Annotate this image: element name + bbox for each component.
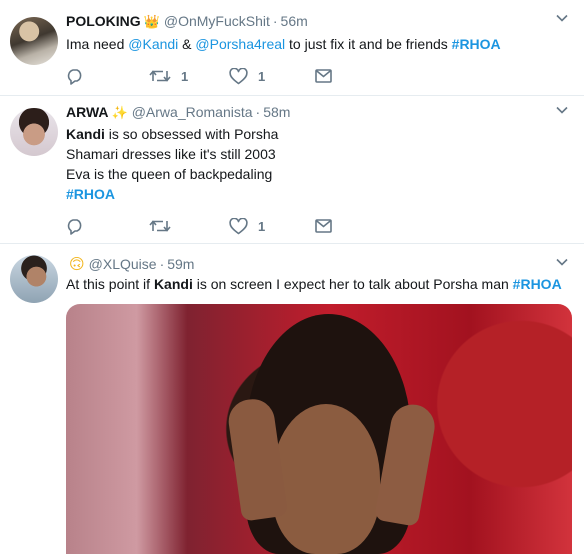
mention-link[interactable]: @Porsha4real (195, 36, 285, 52)
hashtag-link[interactable]: #RHOA (66, 186, 115, 202)
retweet-icon (149, 220, 171, 232)
avatar[interactable] (10, 17, 58, 65)
display-name[interactable]: POLOKING (66, 13, 141, 29)
like-button[interactable]: 1 (229, 217, 315, 235)
direct-message-button[interactable] (315, 219, 345, 233)
bold-text: Kandi (66, 126, 105, 142)
avatar[interactable] (10, 108, 58, 156)
hashtag-link[interactable]: #RHOA (513, 276, 562, 292)
tweet-header: POLOKING 👑 @OnMyFuckShit · 56m (66, 12, 308, 31)
tweet-actions: 1 (66, 216, 345, 236)
like-count: 1 (258, 68, 266, 84)
tweet-text: At this point if Kandi is on screen I ex… (66, 276, 562, 292)
crown-icon: 👑 (143, 14, 160, 29)
separator-dot: · (272, 13, 278, 29)
reply-button[interactable] (66, 68, 149, 85)
timestamp[interactable]: 59m (167, 256, 194, 272)
hashtag-link[interactable]: #RHOA (452, 36, 501, 52)
display-name[interactable]: ARWA (66, 104, 109, 120)
reply-button[interactable] (66, 218, 149, 235)
chevron-down-icon[interactable] (556, 14, 568, 22)
timestamp[interactable]: 58m (263, 104, 290, 120)
upside-down-face-icon: 🙃 (69, 256, 85, 273)
envelope-icon (315, 219, 332, 233)
tweet-header: ARWA ✨ @Arwa_Romanista · 58m (66, 103, 290, 122)
chevron-down-icon[interactable] (556, 258, 568, 266)
tweet-media-gif[interactable] (66, 304, 572, 554)
like-count: 1 (258, 218, 266, 234)
media-figure (272, 404, 380, 554)
tweet-text: Kandi is so obsessed with Porsha Shamari… (66, 124, 570, 204)
like-button[interactable]: 1 (229, 67, 315, 85)
user-handle[interactable]: @Arwa_Romanista (132, 104, 253, 120)
retweet-count: 1 (181, 68, 189, 84)
chevron-down-icon[interactable] (556, 106, 568, 114)
text-line: Shamari dresses like it's still 2003 (66, 146, 276, 162)
text-line: Kandi is so obsessed with Porsha (66, 126, 279, 142)
direct-message-button[interactable] (315, 69, 345, 83)
retweet-button[interactable]: 1 (149, 68, 229, 84)
separator-dot: · (159, 256, 165, 272)
retweet-button[interactable] (149, 218, 229, 234)
tweet[interactable]: ARWA ✨ @Arwa_Romanista · 58m Kandi is so obs… (0, 96, 584, 244)
sparkles-icon: ✨ (111, 105, 128, 120)
timestamp[interactable]: 56m (281, 13, 308, 29)
user-handle[interactable]: @OnMyFuckShit (164, 13, 270, 29)
heart-icon (229, 67, 248, 84)
heart-icon (229, 217, 248, 234)
retweet-icon (149, 70, 171, 82)
separator-dot: · (255, 104, 261, 120)
tweet-actions: 1 1 (66, 66, 345, 86)
reply-icon (67, 218, 82, 235)
avatar[interactable] (10, 255, 58, 303)
tweet[interactable]: 🙃 @XLQuise · 59m At this point if Kandi is … (0, 244, 584, 554)
tweet-header: 🙃 @XLQuise · 59m (66, 255, 194, 274)
bold-text: Kandi (153, 276, 193, 292)
tweet[interactable]: POLOKING 👑 @OnMyFuckShit · 56m Ima need @Kan… (0, 0, 584, 96)
reply-icon (67, 68, 82, 85)
text-line: Eva is the queen of backpedaling (66, 166, 273, 182)
user-handle[interactable]: @XLQuise (89, 256, 157, 272)
envelope-icon (315, 69, 332, 83)
tweet-text: Ima need @Kandi & @Porsha4real to just f… (66, 36, 501, 52)
mention-link[interactable]: @Kandi (128, 36, 178, 52)
